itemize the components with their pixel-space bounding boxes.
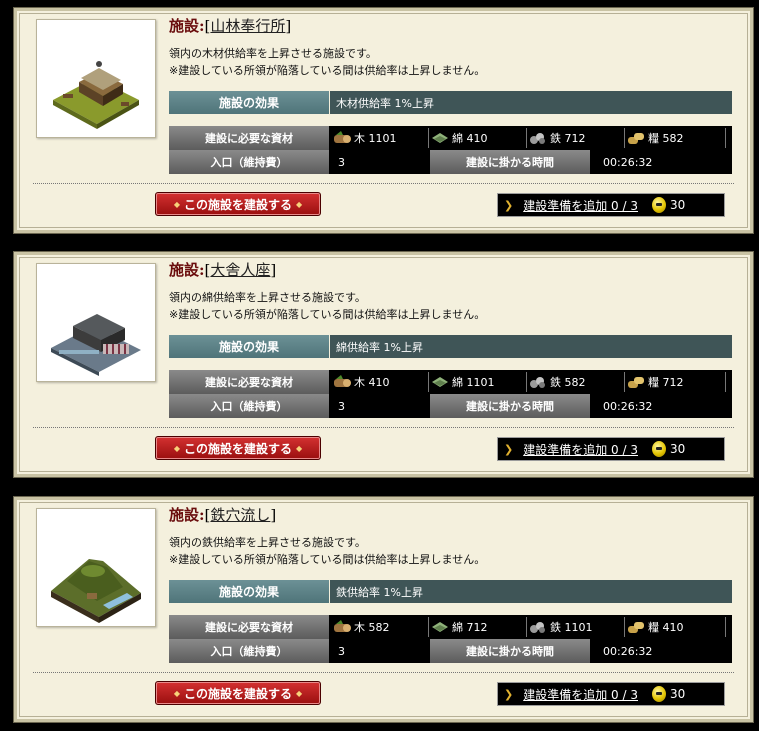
effect-value: 鉄供給率 1%上昇 xyxy=(330,580,732,603)
facility-card: 施設:[鉄穴流し] 領内の鉄供給率を上昇させる施設です。 ※建設している所領が陥… xyxy=(13,496,754,723)
effect-row: 施設の効果 綿供給率 1%上昇 xyxy=(169,335,732,358)
cotton-icon xyxy=(431,620,449,634)
time-value: 00:26:32 xyxy=(603,644,653,658)
population-value: 3 xyxy=(338,399,345,413)
resource-cotton: 綿 1101 xyxy=(429,372,527,392)
wood-icon xyxy=(333,375,351,389)
effect-value: 綿供給率 1%上昇 xyxy=(330,335,732,358)
iron-icon xyxy=(529,375,547,389)
population-header: 入口（維持費） xyxy=(169,394,330,418)
time-header: 建設に掛かる時間 xyxy=(430,394,591,418)
facility-thumbnail xyxy=(36,508,156,627)
facility-name-link[interactable]: 山林奉行所 xyxy=(210,17,285,35)
effect-header: 施設の効果 xyxy=(169,335,329,358)
effect-row: 施設の効果 木材供給率 1%上昇 xyxy=(169,91,732,114)
wood-icon xyxy=(333,620,351,634)
time-value: 00:26:32 xyxy=(603,155,653,169)
resource-iron: 鉄 1101 xyxy=(527,617,625,637)
facility-card: 施設:[山林奉行所] 領内の木材供給率を上昇させる施設です。 ※建設している所領… xyxy=(13,7,754,234)
resource-wood: 木 410 xyxy=(331,372,429,392)
population-value: 3 xyxy=(338,155,345,169)
arrow-icon: ❯ xyxy=(504,198,514,212)
resources-header: 建設に必要な資材 xyxy=(169,615,330,639)
facility-label: 施設: xyxy=(169,506,205,524)
build-button[interactable]: ◆ この施設を建設する ◆ xyxy=(155,436,321,460)
facility-description: 領内の鉄供給率を上昇させる施設です。 xyxy=(169,536,366,549)
facility-warning: ※建設している所領が陥落している間は供給率は上昇しません。 xyxy=(169,553,486,566)
population-row: 入口（維持費） 3 建設に掛かる時間 00:26:32 xyxy=(169,639,732,663)
facility-warning: ※建設している所領が陥落している間は供給率は上昇しません。 xyxy=(169,308,486,321)
queue-box: ❯ 建設準備を追加 0 / 3 30 xyxy=(497,682,725,706)
iron-icon xyxy=(529,131,547,145)
coin-cost: 30 xyxy=(669,687,686,701)
population-header: 入口（維持費） xyxy=(169,150,330,174)
resource-iron: 鉄 582 xyxy=(527,372,625,392)
arrow-icon: ❯ xyxy=(504,687,514,701)
wood-icon xyxy=(333,131,351,145)
queue-box: ❯ 建設準備を追加 0 / 3 30 xyxy=(497,437,725,461)
facility-card: 施設:[大舎人座] 領内の綿供給率を上昇させる施設です。 ※建設している所領が陥… xyxy=(13,251,754,478)
population-value: 3 xyxy=(338,644,345,658)
resources-row: 建設に必要な資材 木 582 綿 712 鉄 1101 糧 410 xyxy=(169,615,732,639)
build-button[interactable]: ◆ この施設を建設する ◆ xyxy=(155,192,321,216)
facility-thumbnail xyxy=(36,19,156,138)
divider xyxy=(33,183,734,184)
coin-cost: 30 xyxy=(669,442,686,456)
effect-value: 木材供給率 1%上昇 xyxy=(330,91,732,114)
cotton-icon xyxy=(431,131,449,145)
resource-food: 糧 712 xyxy=(625,372,726,392)
effect-header: 施設の効果 xyxy=(169,91,329,114)
coin-cost: 30 xyxy=(669,198,686,212)
time-header: 建設に掛かる時間 xyxy=(430,150,591,174)
resource-cotton: 綿 410 xyxy=(429,128,527,148)
time-header: 建設に掛かる時間 xyxy=(430,639,591,663)
effect-header: 施設の効果 xyxy=(169,580,329,603)
resource-iron: 鉄 712 xyxy=(527,128,625,148)
resources-header: 建設に必要な資材 xyxy=(169,126,330,150)
facility-name-link[interactable]: 鉄穴流し xyxy=(210,506,270,524)
build-button[interactable]: ◆ この施設を建設する ◆ xyxy=(155,681,321,705)
facility-label: 施設: xyxy=(169,261,205,279)
resource-wood: 木 582 xyxy=(331,617,429,637)
resource-food: 糧 410 xyxy=(625,617,726,637)
effect-row: 施設の効果 鉄供給率 1%上昇 xyxy=(169,580,732,603)
iron-icon xyxy=(529,620,547,634)
resources-row: 建設に必要な資材 木 1101 綿 410 鉄 712 糧 582 xyxy=(169,126,732,150)
resources-header: 建設に必要な資材 xyxy=(169,370,330,394)
add-queue-link[interactable]: 建設準備を追加 0 / 3 xyxy=(523,197,638,214)
queue-box: ❯ 建設準備を追加 0 / 3 30 xyxy=(497,193,725,217)
add-queue-link[interactable]: 建設準備を追加 0 / 3 xyxy=(523,441,638,458)
add-queue-link[interactable]: 建設準備を追加 0 / 3 xyxy=(523,686,638,703)
food-icon xyxy=(627,375,645,389)
resource-cotton: 綿 712 xyxy=(429,617,527,637)
cotton-icon xyxy=(431,375,449,389)
gold-coin-icon xyxy=(651,686,666,702)
arrow-icon: ❯ xyxy=(504,442,514,456)
facility-label: 施設: xyxy=(169,17,205,35)
resources-row: 建設に必要な資材 木 410 綿 1101 鉄 582 糧 712 xyxy=(169,370,732,394)
gold-coin-icon xyxy=(651,197,666,213)
facility-thumbnail xyxy=(36,263,156,382)
resource-wood: 木 1101 xyxy=(331,128,429,148)
divider xyxy=(33,427,734,428)
food-icon xyxy=(627,620,645,634)
resource-food: 糧 582 xyxy=(625,128,726,148)
population-row: 入口（維持費） 3 建設に掛かる時間 00:26:32 xyxy=(169,150,732,174)
divider xyxy=(33,672,734,673)
facility-description: 領内の綿供給率を上昇させる施設です。 xyxy=(169,291,366,304)
food-icon xyxy=(627,131,645,145)
gold-coin-icon xyxy=(651,441,666,457)
population-header: 入口（維持費） xyxy=(169,639,330,663)
facility-name-link[interactable]: 大舎人座 xyxy=(210,261,270,279)
facility-warning: ※建設している所領が陥落している間は供給率は上昇しません。 xyxy=(169,64,486,77)
time-value: 00:26:32 xyxy=(603,399,653,413)
population-row: 入口（維持費） 3 建設に掛かる時間 00:26:32 xyxy=(169,394,732,418)
facility-description: 領内の木材供給率を上昇させる施設です。 xyxy=(169,47,377,60)
